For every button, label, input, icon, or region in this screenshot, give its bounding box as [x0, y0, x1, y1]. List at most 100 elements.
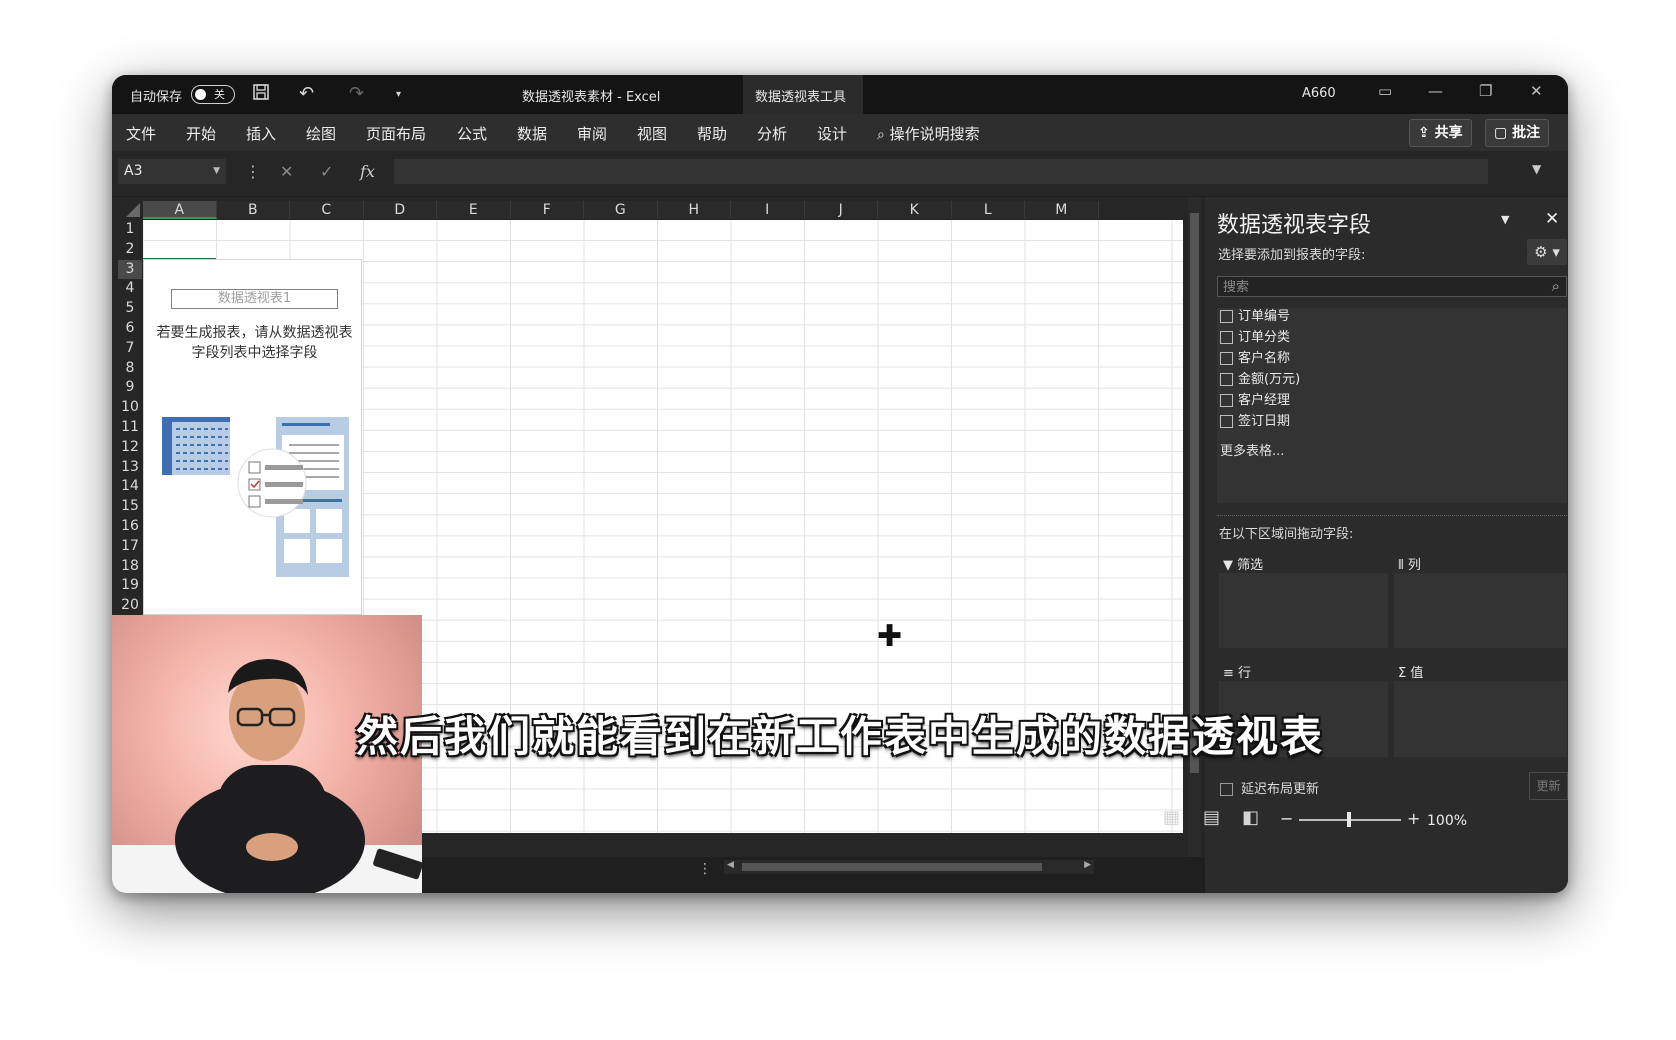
page-layout-view-icon[interactable]: ▤	[1203, 807, 1220, 828]
column-header-m[interactable]: M	[1025, 201, 1099, 219]
column-header-d[interactable]: D	[363, 201, 437, 219]
update-button[interactable]: 更新	[1529, 772, 1568, 800]
scroll-left-icon[interactable]: ◀	[727, 860, 734, 870]
user-name[interactable]: A660	[1302, 86, 1336, 101]
row-header-16[interactable]: 16	[118, 517, 142, 537]
field-item[interactable]: 客户名称	[1220, 349, 1290, 369]
zoom-out-icon[interactable]: −	[1280, 809, 1293, 828]
tab-help[interactable]: 帮助	[697, 123, 727, 144]
chevron-down-icon[interactable]: ▼	[213, 159, 220, 184]
column-header-j[interactable]: J	[804, 201, 878, 219]
tab-formulas[interactable]: 公式	[457, 123, 487, 144]
row-header-2[interactable]: 2	[118, 239, 142, 260]
row-header-10[interactable]: 10	[118, 398, 142, 418]
tab-file[interactable]: 文件	[126, 123, 156, 144]
restore-icon[interactable]: ❐	[1479, 82, 1492, 100]
field-item[interactable]: 客户经理	[1220, 391, 1290, 411]
checkbox-icon[interactable]	[1220, 352, 1233, 365]
autosave-toggle[interactable]: 关	[191, 85, 235, 104]
row-header-6[interactable]: 6	[118, 319, 142, 339]
row-header-3[interactable]: 3	[118, 259, 142, 280]
close-panel-icon[interactable]: ✕	[1545, 209, 1559, 229]
comments-button[interactable]: ▢ 批注	[1485, 119, 1550, 147]
row-header-1[interactable]: 1	[118, 220, 142, 240]
minimize-icon[interactable]: —	[1428, 82, 1443, 100]
field-search-input[interactable]: 搜索 ⌕	[1217, 276, 1567, 297]
column-header-k[interactable]: K	[878, 201, 952, 219]
checkbox-icon[interactable]	[1220, 415, 1233, 428]
formula-input[interactable]	[394, 159, 1488, 184]
field-item[interactable]: 签订日期	[1220, 412, 1290, 432]
column-header-e[interactable]: E	[437, 201, 511, 219]
row-header-13[interactable]: 13	[118, 457, 142, 478]
tab-home[interactable]: 开始	[186, 123, 216, 144]
close-window-icon[interactable]: ✕	[1530, 82, 1543, 100]
column-header-g[interactable]: G	[584, 201, 658, 219]
undo-icon[interactable]: ↶	[299, 83, 314, 104]
column-header-i[interactable]: I	[731, 201, 805, 219]
name-box[interactable]: A3 ▼	[118, 159, 226, 184]
field-item[interactable]: 订单分类	[1220, 328, 1290, 348]
customize-toolbar-icon[interactable]: ▾	[396, 89, 401, 100]
tab-insert[interactable]: 插入	[246, 123, 276, 144]
tell-me-search[interactable]: ⌕ 操作说明搜索	[877, 123, 980, 144]
zoom-level[interactable]: 100%	[1427, 813, 1467, 829]
checkbox-icon[interactable]	[1220, 310, 1233, 323]
defer-layout-update[interactable]: 延迟布局更新	[1220, 778, 1319, 797]
expand-formula-icon[interactable]: ▼	[1532, 162, 1541, 176]
row-header-12[interactable]: 12	[118, 437, 142, 458]
columns-drop-area[interactable]	[1394, 573, 1567, 648]
search-icon[interactable]: ⌕	[1552, 276, 1560, 297]
row-header-14[interactable]: 14	[118, 477, 142, 498]
scroll-right-icon[interactable]: ▶	[1084, 860, 1091, 870]
select-all-corner[interactable]	[118, 201, 142, 219]
row-header-15[interactable]: 15	[118, 497, 142, 517]
column-header-c[interactable]: C	[290, 201, 364, 219]
row-header-4[interactable]: 4	[118, 279, 142, 300]
zoom-in-icon[interactable]: +	[1407, 809, 1420, 828]
vertical-scroll-thumb[interactable]	[1190, 213, 1199, 773]
gear-icon[interactable]: ⚙ ▾	[1527, 239, 1567, 265]
sheet-tab-splitter-icon[interactable]: ⋮	[698, 861, 712, 877]
column-header-l[interactable]: L	[951, 201, 1025, 219]
row-header-18[interactable]: 18	[118, 556, 142, 577]
column-header-b[interactable]: B	[216, 201, 290, 219]
redo-icon[interactable]: ↷	[349, 83, 364, 104]
tab-page-layout[interactable]: 页面布局	[366, 123, 426, 144]
row-header-9[interactable]: 9	[118, 378, 142, 399]
horizontal-scrollbar[interactable]: ◀ ▶	[724, 860, 1094, 874]
column-header-h[interactable]: H	[657, 201, 731, 219]
pivot-table-placeholder[interactable]: 数据透视表1 若要生成报表，请从数据透视表字段列表中选择字段	[143, 259, 362, 615]
share-button[interactable]: ⇪ 共享	[1409, 119, 1472, 147]
tab-data[interactable]: 数据	[517, 123, 547, 144]
field-item[interactable]: 金额(万元)	[1220, 370, 1300, 390]
normal-view-icon[interactable]: ▦	[1163, 807, 1180, 828]
tab-draw[interactable]: 绘图	[306, 123, 336, 144]
page-break-view-icon[interactable]: ◧	[1242, 807, 1259, 828]
tab-view[interactable]: 视图	[637, 123, 667, 144]
column-header-a[interactable]: A	[143, 201, 217, 219]
row-header-5[interactable]: 5	[118, 299, 142, 319]
checkbox-icon[interactable]	[1220, 394, 1233, 407]
row-header-17[interactable]: 17	[118, 536, 142, 557]
checkbox-icon[interactable]	[1220, 373, 1233, 386]
checkbox-icon[interactable]	[1220, 783, 1233, 796]
more-options-icon[interactable]: ⋮	[245, 162, 261, 181]
cancel-entry-icon[interactable]: ✕	[280, 162, 293, 181]
horizontal-scroll-thumb[interactable]	[742, 863, 1042, 871]
confirm-entry-icon[interactable]: ✓	[320, 162, 333, 181]
checkbox-icon[interactable]	[1220, 331, 1233, 344]
tab-analyze[interactable]: 分析	[757, 123, 787, 144]
filter-drop-area[interactable]	[1219, 573, 1388, 648]
field-item[interactable]: 订单编号	[1220, 307, 1290, 327]
save-icon[interactable]	[252, 83, 270, 106]
tab-design[interactable]: 设计	[817, 123, 847, 144]
row-header-8[interactable]: 8	[118, 358, 142, 379]
tab-review[interactable]: 审阅	[577, 123, 607, 144]
insert-function-icon[interactable]: fx	[360, 162, 375, 181]
row-header-11[interactable]: 11	[118, 418, 142, 438]
ribbon-display-icon[interactable]: ▭	[1378, 82, 1392, 100]
more-tables-link[interactable]: 更多表格...	[1220, 440, 1284, 459]
row-header-19[interactable]: 19	[118, 576, 142, 597]
zoom-slider-thumb[interactable]	[1347, 812, 1351, 827]
